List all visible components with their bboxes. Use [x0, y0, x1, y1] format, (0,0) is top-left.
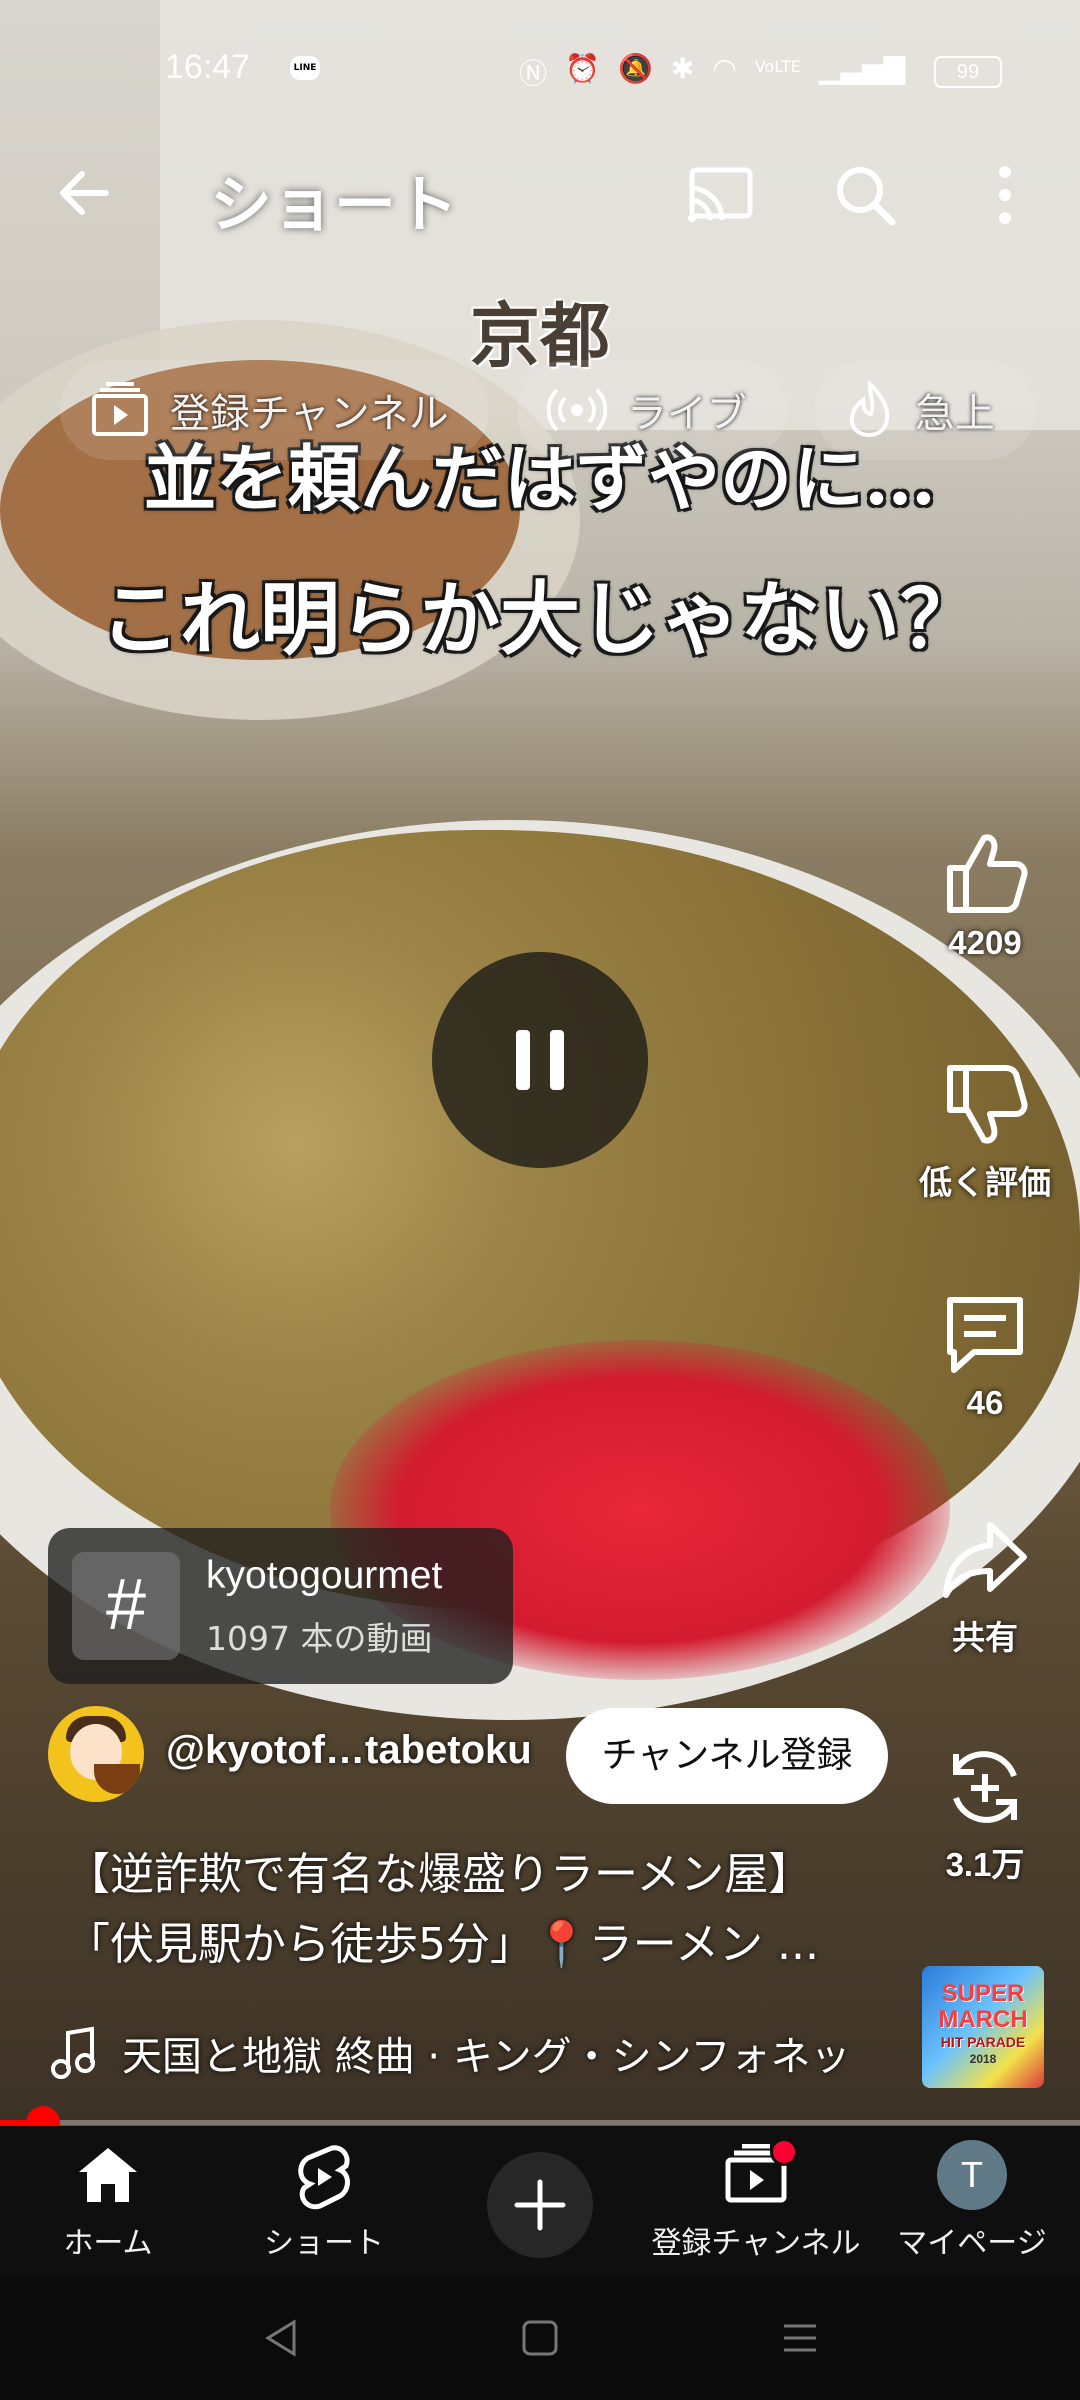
create-button[interactable] [487, 2152, 593, 2258]
music-note-icon [51, 2026, 95, 2079]
description-line-1: 【逆詐欺で有名な爆盛りラーメン屋】 [66, 1849, 813, 1900]
subscribe-button[interactable]: チャンネル登録 [566, 1708, 888, 1804]
hashtag-video-count: 1097 本の動画 [206, 1619, 433, 1658]
album-line-1: SUPER [941, 1980, 1025, 2007]
nav-subscriptions-label: 登録チャンネル [651, 2226, 861, 2261]
status-time: 16:47 [165, 48, 251, 86]
video-description[interactable]: 【逆詐欺で有名な爆盛りラーメン屋】 「伏見駅から徒歩5分」📍ラーメン ... [66, 1840, 886, 1980]
mute-icon: 🔕 [617, 52, 653, 85]
dislike-label: 低く評価 [919, 1164, 1051, 1201]
chip-subscriptions[interactable]: 登録チャンネル [60, 360, 489, 460]
shorts-icon [298, 2145, 350, 2210]
nav-me-label: マイページ [897, 2226, 1047, 2261]
pause-icon-bar [550, 1030, 564, 1090]
line-notification-icon: LINE [290, 56, 320, 80]
chip-subscriptions-label: 登録チャンネル [170, 391, 449, 437]
status-icons: Ⓝ ⏰ 🔕 ✱ ◠ VoLTE ▁▃▅▇ [519, 52, 905, 92]
remix-icon [953, 1751, 1017, 1823]
pause-icon [516, 1030, 530, 1090]
comment-icon [947, 1297, 1023, 1373]
battery-indicator: 99 [934, 56, 1002, 88]
like-count: 4209 [948, 924, 1022, 961]
signal-icon: ▁▃▅▇ [818, 52, 905, 85]
chip-trending-label: 急上 [914, 391, 995, 437]
system-back-icon[interactable] [260, 2316, 304, 2360]
music-info[interactable]: 天国と地獄 終曲 · キング・シンフォネッ [50, 2018, 890, 2088]
system-home-icon[interactable] [518, 2316, 562, 2360]
search-icon [837, 167, 896, 226]
share-label: 共有 [952, 1619, 1018, 1656]
more-options-button[interactable] [975, 160, 1035, 230]
bluetooth-icon: ✱ [670, 52, 695, 85]
shorts-screen: 京都 並を頼んだはずやのに… これ明らか大じゃない？ 16:47 LINE Ⓝ … [0, 0, 1080, 2400]
nav-shorts[interactable]: ショート [216, 2126, 432, 2276]
pause-button[interactable] [432, 952, 648, 1168]
hashtag-card[interactable]: # kyotogourmet 1097 本の動画 [48, 1528, 513, 1684]
chip-live[interactable]: ライブ [516, 360, 787, 460]
album-line-3: HIT PARADE [940, 2034, 1026, 2050]
nav-shorts-label: ショート [264, 2226, 384, 2261]
alarm-icon: ⏰ [565, 52, 600, 85]
nav-me[interactable]: T マイページ [864, 2126, 1080, 2276]
plus-icon [514, 2179, 566, 2231]
page-title: ショート [210, 171, 459, 240]
live-icon [546, 388, 607, 432]
account-avatar: T [937, 2140, 1007, 2210]
system-recents-icon[interactable] [778, 2316, 822, 2360]
home-icon [79, 2148, 137, 2202]
chip-live-label: ライブ [626, 391, 747, 437]
nfc-icon: Ⓝ [519, 57, 548, 90]
thumbs-up-icon [947, 834, 1028, 913]
comment-count: 46 [966, 1384, 1004, 1421]
top-header: ショート [0, 140, 1080, 250]
share-action[interactable]: 共有 [895, 1515, 1075, 1659]
remix-action[interactable]: 3.1万 [895, 1742, 1075, 1886]
new-content-badge [770, 2138, 798, 2166]
hashtag-name: kyotogourmet [206, 1554, 443, 1597]
filter-chips: 登録チャンネル ライブ 急上 [60, 360, 1035, 460]
music-track: 天国と地獄 終曲 · キング・シンフォネッ [122, 2034, 851, 2080]
back-arrow-icon [60, 171, 109, 215]
nav-home-label: ホーム [63, 2226, 153, 2261]
search-button[interactable] [830, 160, 900, 230]
description-line-2: 「伏見駅から徒歩5分」📍ラーメン ... [66, 1919, 819, 1970]
album-line-4: 2018 [969, 2052, 997, 2066]
album-thumbnail[interactable]: SUPER MARCH HIT PARADE 2018 [922, 1966, 1044, 2088]
wifi-icon: ◠ [712, 52, 737, 85]
nav-subscriptions[interactable]: 登録チャンネル [648, 2126, 864, 2276]
video-caption-3: これ明らか大じゃない？ [100, 572, 980, 666]
album-line-2: MARCH [938, 2006, 1028, 2033]
volte-icon: VoLTE [754, 57, 801, 76]
channel-handle[interactable]: @kyotof…tabetoku [166, 1728, 532, 1773]
status-bar: 16:47 LINE Ⓝ ⏰ 🔕 ✱ ◠ VoLTE ▁▃▅▇ 99 [0, 0, 1080, 140]
like-action[interactable]: 4209 [895, 828, 1075, 962]
remix-count: 3.1万 [945, 1846, 1025, 1883]
hashtag-icon: # [72, 1552, 180, 1660]
chip-trending[interactable]: 急上 [814, 360, 1035, 460]
back-button[interactable] [50, 158, 120, 228]
trending-icon [849, 380, 890, 437]
cast-icon [688, 167, 753, 222]
comment-action[interactable]: 46 [895, 1288, 1075, 1422]
channel-avatar[interactable] [48, 1706, 144, 1802]
subscriptions-icon [92, 382, 148, 436]
more-vert-icon [999, 166, 1011, 224]
system-navigation-bar [0, 2276, 1080, 2400]
nav-home[interactable]: ホーム [0, 2126, 216, 2276]
dislike-action[interactable]: 低く評価 [895, 1060, 1075, 1204]
share-icon [943, 1522, 1027, 1598]
cast-button[interactable] [680, 160, 760, 230]
thumbs-down-icon [947, 1065, 1028, 1144]
